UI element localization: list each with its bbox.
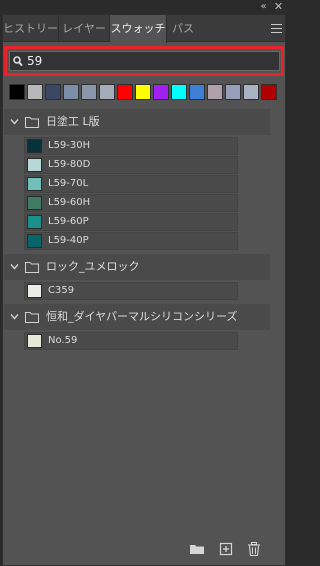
swatch-name: C359 bbox=[48, 285, 75, 296]
recent-color-swatch[interactable] bbox=[261, 84, 277, 100]
chevron-down-icon[interactable] bbox=[10, 117, 19, 126]
panel-tab-bar: ヒストリー レイヤー スウォッチ パス bbox=[3, 15, 285, 43]
new-swatch-icon[interactable] bbox=[218, 541, 234, 557]
swatch-item[interactable]: L59-70L bbox=[24, 175, 238, 193]
recent-color-swatch[interactable] bbox=[81, 84, 97, 100]
swatch-name: L59-30H bbox=[48, 140, 91, 151]
swatch-group-name: ロック_ユメロック bbox=[46, 260, 140, 273]
swatch-name: L59-40P bbox=[48, 235, 89, 246]
swatch-color-chip bbox=[27, 234, 42, 248]
swatch-color-chip bbox=[27, 284, 42, 298]
search-input[interactable] bbox=[27, 52, 277, 70]
recent-color-swatch[interactable] bbox=[207, 84, 223, 100]
chevron-down-icon[interactable] bbox=[10, 312, 19, 321]
chevron-down-icon[interactable] bbox=[10, 262, 19, 271]
search-box[interactable] bbox=[9, 51, 280, 71]
swatch-group-header[interactable]: ロック_ユメロック bbox=[4, 254, 270, 280]
swatch-item[interactable]: L59-80D bbox=[24, 156, 238, 174]
swatch-group-header[interactable]: 日塗工 L版 bbox=[4, 109, 270, 135]
swatch-color-chip bbox=[27, 196, 42, 210]
swatch-color-chip bbox=[27, 158, 42, 172]
swatches-panel: ヒストリー レイヤー スウォッチ パス 日塗工 L版 L59-30H L59-80D… bbox=[2, 14, 286, 566]
recent-color-swatch[interactable] bbox=[189, 84, 205, 100]
swatch-item[interactable]: L59-60P bbox=[24, 213, 238, 231]
folder-icon bbox=[25, 262, 39, 273]
swatch-color-chip bbox=[27, 177, 42, 191]
swatch-item[interactable]: C359 bbox=[24, 282, 238, 300]
panel-bottom-bar bbox=[3, 535, 285, 565]
tab-layers[interactable]: レイヤー bbox=[59, 15, 110, 42]
swatch-name: L59-60H bbox=[48, 197, 91, 208]
recent-color-swatch[interactable] bbox=[27, 84, 43, 100]
new-group-folder-icon[interactable] bbox=[189, 541, 205, 557]
recent-colors bbox=[9, 84, 277, 100]
tab-swatches[interactable]: スウォッチ bbox=[110, 15, 167, 43]
recent-color-swatch[interactable] bbox=[153, 84, 169, 100]
tab-paths[interactable]: パス bbox=[167, 15, 199, 42]
panel-dock-strip bbox=[0, 0, 288, 14]
swatch-name: L59-60P bbox=[48, 216, 89, 227]
swatch-color-chip bbox=[27, 139, 42, 153]
recent-color-swatch[interactable] bbox=[63, 84, 79, 100]
panel-menu-icon[interactable] bbox=[271, 24, 282, 33]
recent-color-swatch[interactable] bbox=[117, 84, 133, 100]
recent-color-swatch[interactable] bbox=[225, 84, 241, 100]
swatch-color-chip bbox=[27, 334, 42, 348]
swatch-name: No.59 bbox=[48, 335, 78, 346]
recent-color-swatch[interactable] bbox=[99, 84, 115, 100]
swatch-group-header[interactable]: 恒和_ダイヤパーマルシリコンシリーズ bbox=[4, 304, 270, 330]
folder-icon bbox=[25, 117, 39, 128]
search-icon bbox=[13, 56, 23, 67]
swatch-color-chip bbox=[27, 215, 42, 229]
tab-history[interactable]: ヒストリー bbox=[3, 15, 59, 42]
swatch-group-name: 日塗工 L版 bbox=[46, 115, 100, 128]
swatch-item[interactable]: No.59 bbox=[24, 332, 238, 350]
recent-color-swatch[interactable] bbox=[9, 84, 25, 100]
swatch-item[interactable]: L59-40P bbox=[24, 232, 238, 250]
swatch-item[interactable]: L59-30H bbox=[24, 137, 238, 155]
recent-color-swatch[interactable] bbox=[45, 84, 61, 100]
collapse-panels-icon[interactable]: « bbox=[256, 1, 268, 12]
trash-icon[interactable] bbox=[246, 541, 262, 557]
swatch-item[interactable]: L59-60H bbox=[24, 194, 238, 212]
recent-color-swatch[interactable] bbox=[243, 84, 259, 100]
close-icon[interactable]: ✕ bbox=[273, 1, 284, 12]
recent-color-swatch[interactable] bbox=[171, 84, 187, 100]
recent-color-swatch[interactable] bbox=[135, 84, 151, 100]
folder-icon bbox=[25, 312, 39, 323]
swatch-group-name: 恒和_ダイヤパーマルシリコンシリーズ bbox=[46, 310, 238, 323]
swatch-name: L59-70L bbox=[48, 178, 89, 189]
swatch-name: L59-80D bbox=[48, 159, 91, 170]
